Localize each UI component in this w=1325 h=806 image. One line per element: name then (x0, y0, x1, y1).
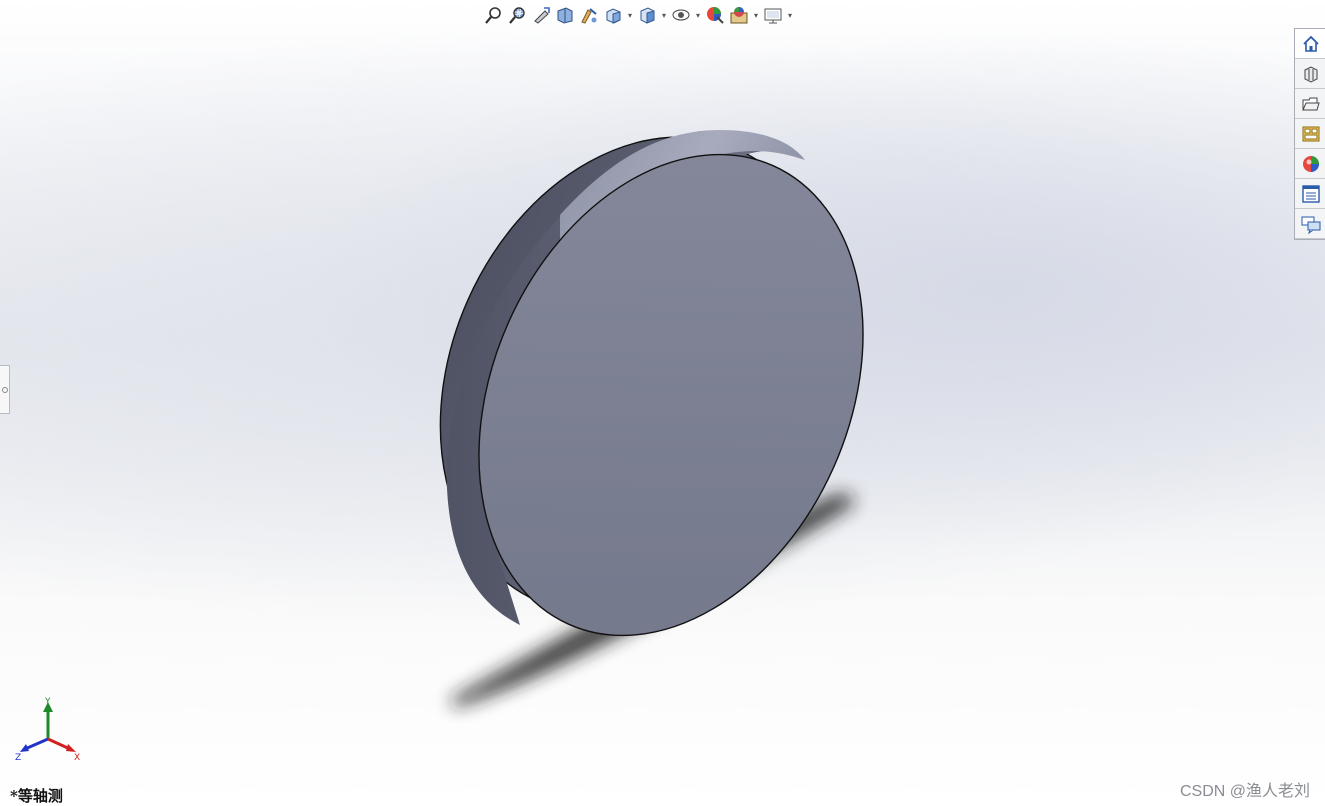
handle-dot-icon (1, 386, 8, 393)
display-style-dropdown[interactable]: ▾ (660, 4, 668, 26)
triad-z-label: Z (15, 753, 21, 763)
graphics-area[interactable]: ▾ ▾ ▾ ▾ ▾ Y Z X *等轴测 CSDN @渔人老刘 (0, 0, 1325, 806)
display-style-icon[interactable] (636, 4, 658, 26)
zoom-to-fit-icon[interactable] (482, 4, 504, 26)
dynamic-annotation-views-icon[interactable] (578, 4, 600, 26)
edit-appearance-icon[interactable] (704, 4, 726, 26)
appearances-scenes-icon[interactable] (1295, 149, 1325, 179)
file-explorer-icon[interactable] (1295, 89, 1325, 119)
feature-manager-collapse-handle[interactable] (0, 365, 10, 414)
zoom-to-area-icon[interactable] (506, 4, 528, 26)
triad-y-label: Y (44, 697, 51, 707)
hide-show-items-icon[interactable] (670, 4, 692, 26)
previous-view-icon[interactable] (530, 4, 552, 26)
triad-x-label: X (74, 753, 80, 763)
apply-scene-dropdown[interactable]: ▾ (752, 4, 760, 26)
view-settings-icon[interactable] (762, 4, 784, 26)
part-model[interactable] (0, 0, 1325, 806)
view-orientation-icon[interactable] (602, 4, 624, 26)
heads-up-view-toolbar: ▾ ▾ ▾ ▾ ▾ (482, 3, 794, 27)
forum-icon[interactable] (1295, 209, 1325, 239)
section-view-icon[interactable] (554, 4, 576, 26)
task-pane (1294, 28, 1325, 240)
home-icon[interactable] (1295, 29, 1325, 59)
design-library-icon[interactable] (1295, 59, 1325, 89)
custom-properties-icon[interactable] (1295, 179, 1325, 209)
apply-scene-icon[interactable] (728, 4, 750, 26)
view-palette-icon[interactable] (1295, 119, 1325, 149)
disc-front-face[interactable] (406, 93, 935, 696)
reference-triad: Y Z X (15, 697, 80, 763)
view-orientation-label: *等轴测 (10, 787, 63, 805)
view-settings-dropdown[interactable]: ▾ (786, 4, 794, 26)
hide-show-items-dropdown[interactable]: ▾ (694, 4, 702, 26)
watermark: CSDN @渔人老刘 (1179, 783, 1310, 800)
view-orientation-dropdown[interactable]: ▾ (626, 4, 634, 26)
